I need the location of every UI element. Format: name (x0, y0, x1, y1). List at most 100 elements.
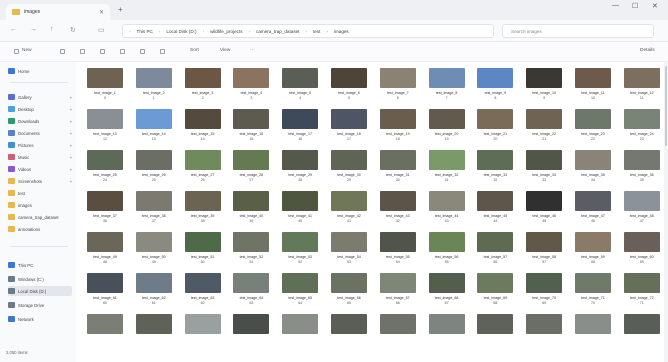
file-thumbnail[interactable]: test_image_39 38 (182, 191, 224, 237)
sidebar-item-network[interactable]: Network (8, 314, 72, 324)
file-thumbnail[interactable]: test_image_15 14 (182, 109, 224, 155)
file-thumbnail[interactable]: test_image_7 6 (377, 68, 419, 114)
delete-icon[interactable] (160, 49, 165, 54)
file-thumbnail[interactable] (230, 314, 272, 360)
sidebar-item-drive-c[interactable]: Windows (C:) (8, 274, 72, 284)
file-thumbnail[interactable]: test_image_72 71 (621, 273, 663, 319)
file-thumbnail[interactable] (474, 314, 516, 360)
file-thumbnail[interactable]: test_image_58 57 (523, 232, 565, 278)
sidebar-item-images[interactable]: images (8, 200, 72, 210)
sidebar-item-test[interactable]: test (8, 188, 72, 198)
file-thumbnail[interactable]: test_image_65 64 (279, 273, 321, 319)
breadcrumb-item[interactable]: camera_trap_dataset (256, 29, 299, 34)
file-thumbnail[interactable]: test_image_64 63 (230, 273, 272, 319)
file-thumbnail[interactable]: test_image_49 48 (84, 232, 126, 278)
breadcrumb-item[interactable]: images (334, 29, 349, 34)
file-thumbnail[interactable]: test_image_16 15 (230, 109, 272, 155)
file-thumbnail[interactable] (377, 314, 419, 360)
file-thumbnail[interactable]: test_image_48 47 (621, 191, 663, 237)
sidebar-item-home[interactable]: Home (8, 66, 72, 76)
file-thumbnail[interactable] (182, 314, 224, 360)
file-thumbnail[interactable]: test_image_6 5 (328, 68, 370, 114)
file-thumbnail[interactable]: test_image_26 25 (133, 150, 175, 196)
file-thumbnail[interactable]: test_image_38 37 (133, 191, 175, 237)
file-thumbnail[interactable]: test_image_55 54 (377, 232, 419, 278)
new-button[interactable]: New (22, 48, 32, 53)
file-thumbnail[interactable]: test_image_28 27 (230, 150, 272, 196)
rename-icon[interactable] (120, 49, 125, 54)
file-thumbnail[interactable]: test_image_36 35 (621, 150, 663, 196)
file-thumbnail[interactable]: test_image_19 18 (377, 109, 419, 155)
sidebar-item-documents[interactable]: Documents ⌖ (8, 128, 72, 138)
new-tab-button[interactable]: + (118, 5, 123, 14)
details-button[interactable]: Details (640, 48, 655, 53)
file-thumbnail[interactable]: test_image_2 1 (133, 68, 175, 114)
file-thumbnail[interactable]: test_image_33 32 (474, 150, 516, 196)
file-thumbnail[interactable]: test_image_21 20 (474, 109, 516, 155)
file-thumbnail[interactable]: test_image_5 4 (279, 68, 321, 114)
file-thumbnail[interactable]: test_image_10 9 (523, 68, 565, 114)
forward-icon[interactable]: → (30, 26, 37, 33)
sidebar-item-storage-drive[interactable]: Storage Drive (8, 300, 72, 310)
breadcrumb-item[interactable]: This PC (137, 29, 153, 34)
file-thumbnail[interactable]: test_image_32 31 (426, 150, 468, 196)
file-thumbnail[interactable]: test_image_50 49 (133, 232, 175, 278)
minimize-button[interactable]: — (612, 2, 619, 9)
sidebar-item-desktop[interactable]: Desktop ⌖ (8, 104, 72, 114)
file-thumbnail[interactable] (572, 314, 614, 360)
file-thumbnail[interactable]: test_image_69 68 (474, 273, 516, 319)
file-thumbnail[interactable]: test_image_20 19 (426, 109, 468, 155)
file-thumbnail[interactable]: test_image_47 46 (572, 191, 614, 237)
cut-icon[interactable] (60, 49, 65, 54)
paste-icon[interactable] (100, 49, 105, 54)
file-thumbnail[interactable]: test_image_56 55 (426, 232, 468, 278)
file-thumbnail[interactable] (621, 314, 663, 360)
file-thumbnail[interactable] (133, 314, 175, 360)
file-thumbnail[interactable]: test_image_37 36 (84, 191, 126, 237)
close-window-button[interactable]: ✕ (652, 2, 658, 10)
file-thumbnail[interactable]: test_image_63 62 (182, 273, 224, 319)
copy-icon[interactable] (80, 49, 85, 54)
sidebar-item-drive-d[interactable]: Local Disk (D:) (8, 286, 72, 296)
sidebar-item-gallery[interactable]: Gallery ⌖ (8, 92, 72, 102)
maximize-button[interactable]: ☐ (632, 2, 638, 10)
file-thumbnail[interactable]: test_image_31 30 (377, 150, 419, 196)
breadcrumb-item[interactable]: Local Disk (D:) (166, 29, 196, 34)
file-thumbnail[interactable]: test_image_62 61 (133, 273, 175, 319)
file-thumbnail[interactable] (279, 314, 321, 360)
file-thumbnail[interactable]: test_image_54 53 (328, 232, 370, 278)
file-thumbnail[interactable]: test_image_17 16 (279, 109, 321, 155)
file-thumbnail[interactable]: test_image_57 56 (474, 232, 516, 278)
file-thumbnail[interactable]: test_image_45 44 (474, 191, 516, 237)
file-thumbnail[interactable]: test_image_40 39 (230, 191, 272, 237)
more-options-button[interactable]: ··· (250, 48, 255, 53)
share-icon[interactable] (140, 49, 145, 54)
view-button[interactable]: View (220, 48, 230, 53)
sidebar-item-pictures[interactable]: Pictures ⌖ (8, 140, 72, 150)
sidebar-item-screenshots[interactable]: Screenshots ⌖ (8, 176, 72, 186)
file-thumbnail[interactable]: test_image_42 41 (328, 191, 370, 237)
file-thumbnail[interactable]: test_image_9 8 (474, 68, 516, 114)
file-thumbnail[interactable]: test_image_13 12 (84, 109, 126, 155)
file-thumbnail[interactable]: test_image_41 40 (279, 191, 321, 237)
sidebar-item-videos[interactable]: Videos ⌖ (8, 164, 72, 174)
breadcrumb-item[interactable]: test (313, 29, 320, 34)
breadcrumb-item[interactable]: wildlife_projects (210, 29, 242, 34)
sidebar-item-this-pc[interactable]: This PC (8, 260, 72, 270)
close-tab-icon[interactable]: ✕ (99, 9, 104, 16)
sidebar-item-camera-trap-dataset[interactable]: camera_trap_dataset (8, 212, 72, 222)
file-thumbnail[interactable]: test_image_1 0 (84, 68, 126, 114)
refresh-icon[interactable]: ↻ (70, 26, 76, 34)
sidebar-item-annotations[interactable]: annotations (8, 224, 72, 234)
file-thumbnail[interactable] (426, 314, 468, 360)
file-thumbnail[interactable]: test_image_46 45 (523, 191, 565, 237)
file-thumbnail[interactable]: test_image_30 29 (328, 150, 370, 196)
sidebar-item-music[interactable]: Music ⌖ (8, 152, 72, 162)
file-thumbnail[interactable]: test_image_59 58 (572, 232, 614, 278)
file-thumbnail[interactable]: test_image_3 2 (182, 68, 224, 114)
vertical-scrollbar[interactable] (664, 62, 668, 362)
file-thumbnail[interactable]: test_image_68 67 (426, 273, 468, 319)
file-thumbnail[interactable]: test_image_43 42 (377, 191, 419, 237)
file-thumbnail[interactable]: test_image_4 3 (230, 68, 272, 114)
file-thumbnail[interactable] (84, 314, 126, 360)
